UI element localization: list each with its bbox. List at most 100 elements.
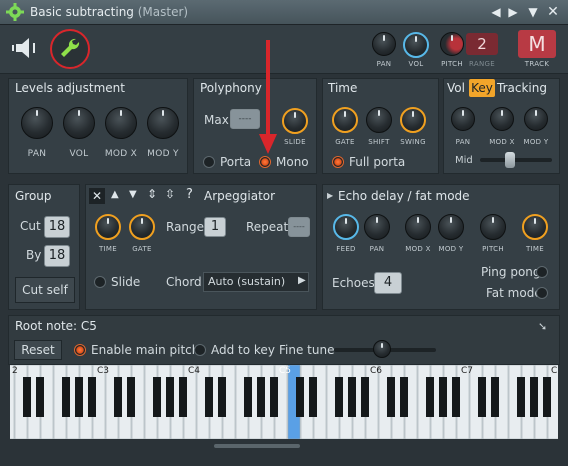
- levels-vol-knob[interactable]: [63, 107, 95, 139]
- tracking-pan-knob[interactable]: [451, 107, 475, 131]
- piano-black-key[interactable]: [179, 377, 187, 417]
- piano-black-key[interactable]: [309, 377, 317, 417]
- enable-main-pitch-radio[interactable]: [74, 344, 86, 356]
- piano-black-key[interactable]: [88, 377, 96, 417]
- gear-icon[interactable]: [6, 3, 24, 21]
- arp-random-icon[interactable]: ?: [186, 187, 193, 202]
- vol-knob[interactable]: [403, 32, 429, 58]
- menu-arrow-icon[interactable]: ▼: [526, 4, 540, 20]
- arp-sticky-icon[interactable]: ⇳: [165, 187, 175, 201]
- reset-button[interactable]: Reset: [14, 340, 62, 360]
- slide-knob[interactable]: [282, 108, 308, 134]
- chord-select[interactable]: Auto (sustain) ▶: [203, 272, 309, 292]
- piano-black-key[interactable]: [400, 377, 408, 417]
- piano-black-key[interactable]: [75, 377, 83, 417]
- fine-tune-handle[interactable]: [373, 340, 391, 358]
- shift-knob[interactable]: [366, 107, 392, 133]
- piano-black-key[interactable]: [62, 377, 70, 417]
- arp-close-icon[interactable]: ✕: [89, 188, 105, 204]
- arp-repeat-spinner[interactable]: ----: [288, 217, 310, 237]
- piano-black-key[interactable]: [296, 377, 304, 417]
- fat-mode-radio[interactable]: [536, 287, 548, 299]
- cut-self-button[interactable]: Cut self: [15, 277, 75, 303]
- arp-down-icon[interactable]: ▼: [129, 189, 137, 200]
- piano-black-key[interactable]: [218, 377, 226, 417]
- piano-black-key[interactable]: [348, 377, 356, 417]
- range-display[interactable]: 2: [466, 33, 498, 55]
- piano-black-key[interactable]: [530, 377, 538, 417]
- piano-black-key[interactable]: [361, 377, 369, 417]
- porta-radio[interactable]: [203, 156, 215, 168]
- arp-time-knob[interactable]: [95, 214, 121, 240]
- arp-range-spinner[interactable]: 1: [204, 217, 226, 237]
- tracking-mody-knob[interactable]: [524, 107, 548, 131]
- mid-slider-handle[interactable]: [505, 152, 515, 168]
- piano-black-key[interactable]: [205, 377, 213, 417]
- echo-modx-knob[interactable]: [405, 214, 431, 240]
- full-porta-radio[interactable]: [332, 156, 344, 168]
- piano-black-key[interactable]: [387, 377, 395, 417]
- piano-black-key[interactable]: [439, 377, 447, 417]
- piano-black-key[interactable]: [452, 377, 460, 417]
- shift-knob-label: SHIFT: [368, 138, 390, 146]
- piano-black-key[interactable]: [23, 377, 31, 417]
- toolbar: PAN VOL PITCH 2 RANGE M TRACK: [0, 25, 568, 74]
- mid-slider-track: [480, 158, 552, 162]
- levels-mody-knob[interactable]: [147, 107, 179, 139]
- arp-slide-radio[interactable]: [94, 276, 106, 288]
- piano-black-key[interactable]: [270, 377, 278, 417]
- pan-knob-label: PAN: [376, 60, 392, 68]
- piano-black-key[interactable]: [127, 377, 135, 417]
- fine-tune-label: Fine tune: [279, 343, 335, 357]
- arp-updown-icon[interactable]: ⇕: [147, 187, 157, 201]
- piano-black-key[interactable]: [244, 377, 252, 417]
- echo-feed-knob[interactable]: [333, 214, 359, 240]
- pitch-knob[interactable]: [440, 32, 464, 56]
- ping-pong-radio[interactable]: [536, 266, 548, 278]
- piano-black-key[interactable]: [36, 377, 44, 417]
- arp-slide-label: Slide: [111, 275, 141, 289]
- close-icon[interactable]: ✕: [546, 4, 560, 20]
- arp-gate-knob[interactable]: [129, 214, 155, 240]
- echo-time-knob[interactable]: [522, 214, 548, 240]
- tracking-modx-knob[interactable]: [490, 107, 514, 131]
- add-to-key-radio[interactable]: [194, 344, 206, 356]
- piano-black-key[interactable]: [114, 377, 122, 417]
- piano-scrollbar[interactable]: [214, 444, 300, 448]
- prev-arrow-icon[interactable]: ◀: [489, 4, 503, 20]
- piano-black-key[interactable]: [478, 377, 486, 417]
- piano-black-key[interactable]: [166, 377, 174, 417]
- levels-modx-label: MOD X: [104, 149, 138, 159]
- levels-modx-knob[interactable]: [105, 107, 137, 139]
- echoes-spinner[interactable]: 4: [374, 272, 402, 294]
- collapse-icon[interactable]: ➘: [538, 320, 547, 333]
- echo-pitch-knob[interactable]: [480, 214, 506, 240]
- arp-up-icon[interactable]: ▲: [111, 189, 119, 200]
- piano-black-key[interactable]: [517, 377, 525, 417]
- track-display[interactable]: M: [518, 30, 556, 58]
- echo-pan-knob[interactable]: [364, 214, 390, 240]
- levels-title: Levels adjustment: [15, 81, 125, 95]
- piano-black-key[interactable]: [543, 377, 551, 417]
- gate-knob[interactable]: [332, 107, 358, 133]
- misc-functions-tab[interactable]: [50, 29, 90, 69]
- tracking-key-tab[interactable]: Key: [469, 79, 495, 97]
- speaker-icon[interactable]: [8, 33, 44, 63]
- piano-black-key[interactable]: [335, 377, 343, 417]
- echo-expand-icon[interactable]: ▶: [327, 191, 333, 200]
- cut-spinner[interactable]: 18: [44, 216, 70, 238]
- echo-mody-knob[interactable]: [438, 214, 464, 240]
- next-arrow-icon[interactable]: ▶: [506, 4, 520, 20]
- by-spinner[interactable]: 18: [44, 245, 70, 267]
- piano-black-key[interactable]: [426, 377, 434, 417]
- mono-radio[interactable]: [259, 156, 271, 168]
- pan-knob[interactable]: [372, 32, 396, 56]
- octave-labels: 2 C3 C4 C5 C6 C7 C: [10, 365, 558, 379]
- levels-pan-knob[interactable]: [21, 107, 53, 139]
- max-voices-spinner[interactable]: ----: [230, 109, 260, 129]
- piano-black-key[interactable]: [153, 377, 161, 417]
- tracking-vol-tab[interactable]: Vol: [447, 81, 465, 95]
- swing-knob[interactable]: [400, 107, 426, 133]
- piano-black-key[interactable]: [257, 377, 265, 417]
- piano-black-key[interactable]: [491, 377, 499, 417]
